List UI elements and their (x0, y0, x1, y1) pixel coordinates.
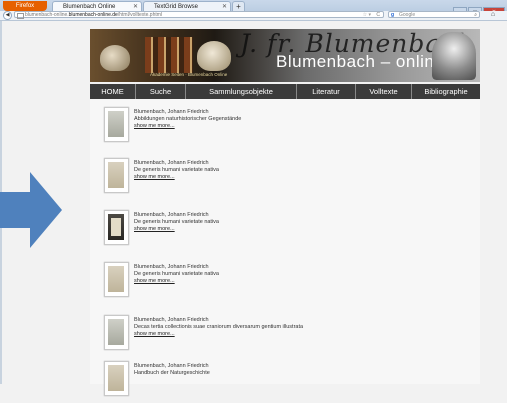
google-icon: g (391, 12, 395, 18)
tab-textgrid-browse[interactable]: TextGrid Browse ✕ (143, 1, 231, 11)
url-prefix: blumenbach-online. (25, 12, 69, 18)
list-item: Blumenbach, Johann Friedrich De generis … (104, 158, 464, 200)
tab-label: TextGrid Browse (154, 4, 199, 10)
books-image (145, 37, 193, 73)
portrait-image (432, 32, 476, 80)
main-menu: HOME Suche Sammlungsobjekte Literatur Vo… (90, 84, 480, 99)
book-thumbnail[interactable] (104, 361, 129, 396)
menu-item-sammlungsobjekte[interactable]: Sammlungsobjekte (186, 84, 297, 99)
home-icon[interactable]: ⌂ (488, 11, 498, 18)
menu-item-volltexte[interactable]: Volltexte (356, 84, 412, 99)
bookmark-star-icon[interactable]: ☆ ▾ (363, 12, 371, 19)
list-item: Blumenbach, Johann Friedrich Abbildungen… (104, 107, 464, 149)
window-controls: –□✕ (452, 0, 505, 17)
url-bar[interactable]: blumenbach-online.blumenbach-online.de/h… (14, 11, 384, 19)
book-thumbnail[interactable] (104, 262, 129, 297)
list-item: Blumenbach, Johann Friedrich De generis … (104, 262, 464, 304)
entry-author: Blumenbach, Johann Friedrich (134, 212, 209, 218)
entry-title: Decas tertia collectionis suae craniorum… (134, 324, 304, 330)
skull-image (100, 45, 130, 71)
entry-title: De generis humani varietate nativa (134, 167, 219, 173)
navigation-toolbar: ◀ blumenbach-online.blumenbach-online.de… (0, 11, 507, 21)
skull-image (197, 41, 231, 71)
entry-author: Blumenbach, Johann Friedrich (134, 264, 209, 270)
entry-title: De generis humani varietate nativa (134, 219, 219, 225)
menu-item-suche[interactable]: Suche (136, 84, 186, 99)
book-thumbnail[interactable] (104, 315, 129, 350)
banner-subtitle: Akademie Seiten · Blumenbach Online (150, 72, 228, 77)
show-more-link[interactable]: show me more... (134, 174, 219, 181)
firefox-menu-button[interactable]: Firefox (3, 1, 47, 11)
search-input[interactable]: g Google ⌕ (388, 11, 480, 18)
menu-item-home[interactable]: HOME (90, 84, 136, 99)
url-domain: blumenbach-online.de (68, 12, 118, 18)
site-banner: J. fr. Blumenbach Blumenbach – online Ak… (90, 29, 480, 82)
url-path: /html/volltexte.phtml (117, 12, 163, 18)
book-thumbnail[interactable] (104, 210, 129, 245)
book-thumbnail[interactable] (104, 107, 129, 142)
list-item: Blumenbach, Johann Friedrich Handbuch de… (104, 361, 464, 403)
entry-title: Handbuch der Naturgeschichte (134, 370, 210, 376)
menu-item-bibliographie[interactable]: Bibliographie (412, 84, 480, 99)
show-more-link[interactable]: show me more... (134, 123, 241, 130)
entry-author: Blumenbach, Johann Friedrich (134, 317, 209, 323)
new-tab-button[interactable]: + (232, 1, 245, 11)
page-icon (17, 13, 24, 19)
tab-blumenbach-online[interactable]: Blumenbach Online ✕ (52, 1, 142, 11)
volltexte-list: Blumenbach, Johann Friedrich Abbildungen… (90, 99, 480, 396)
entry-author: Blumenbach, Johann Friedrich (134, 160, 209, 166)
entry-author: Blumenbach, Johann Friedrich (134, 363, 209, 369)
show-more-link[interactable]: show me more... (134, 331, 303, 338)
book-thumbnail[interactable] (104, 158, 129, 193)
entry-title: Abbildungen naturhistorischer Gegenständ… (134, 116, 242, 122)
search-placeholder: Google (399, 12, 416, 18)
show-more-link[interactable]: show me more... (134, 226, 219, 233)
entry-author: Blumenbach, Johann Friedrich (134, 109, 209, 115)
back-arrow-icon[interactable]: ◀ (3, 11, 12, 20)
entry-title: De generis humani varietate nativa (134, 271, 219, 277)
list-item: Blumenbach, Johann Friedrich De generis … (104, 210, 464, 252)
tab-label: Blumenbach Online (63, 4, 116, 10)
refresh-icon[interactable]: C (376, 12, 380, 19)
list-item: Blumenbach, Johann Friedrich Decas terti… (104, 315, 464, 357)
show-more-link[interactable]: show me more... (134, 278, 219, 285)
search-icon[interactable]: ⌕ (474, 12, 477, 19)
annotation-arrow-icon (0, 172, 62, 248)
menu-item-literatur[interactable]: Literatur (297, 84, 356, 99)
site-title: Blumenbach – online (276, 52, 445, 71)
